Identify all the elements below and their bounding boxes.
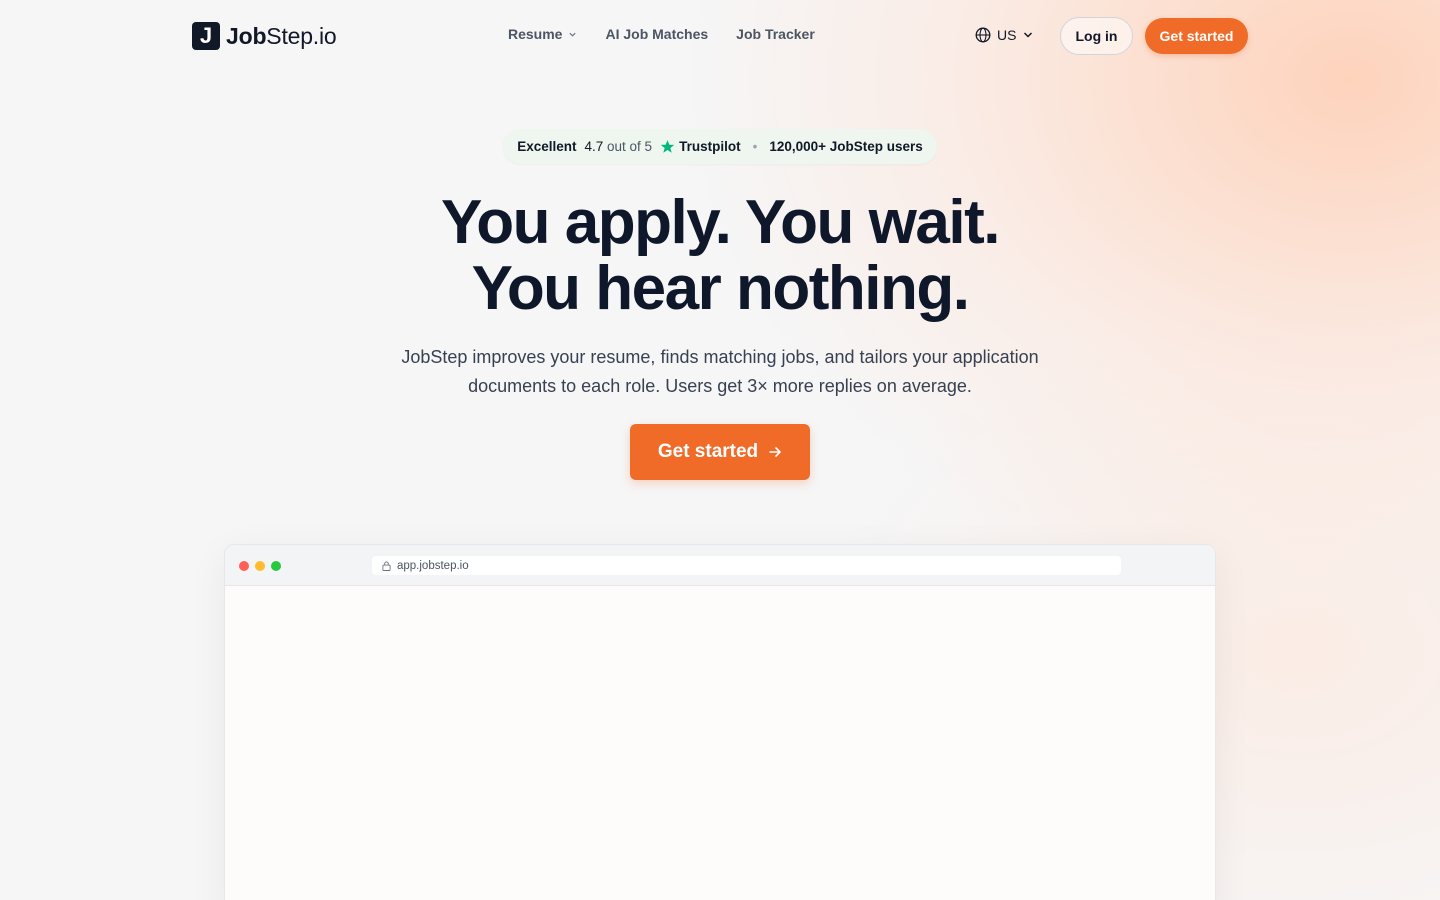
arrow-right-icon	[769, 447, 781, 457]
star-icon	[660, 140, 675, 153]
logo-mark: J	[192, 22, 220, 50]
close-dot-icon	[239, 561, 249, 571]
minimize-dot-icon	[255, 561, 265, 571]
app-preview-window: app.jobstep.io	[224, 544, 1216, 900]
locale-selector[interactable]: US	[975, 27, 1034, 43]
rating-word: Excellent	[517, 139, 577, 154]
logo-text: JobStep.io	[226, 22, 337, 49]
chevron-down-icon	[569, 32, 577, 37]
url-text: app.jobstep.io	[397, 559, 469, 572]
nav-link-ai-job-matches[interactable]: AI Job Matches	[605, 26, 708, 42]
nav-link-job-tracker[interactable]: Job Tracker	[736, 26, 815, 42]
login-button[interactable]: Log in	[1060, 17, 1133, 55]
page-title: You apply. You wait. You hear nothing.	[441, 188, 1000, 323]
top-nav: J JobStep.io Resume AI Job Matches Job T…	[0, 0, 1440, 72]
chevron-down-icon	[1024, 32, 1033, 38]
logo[interactable]: J JobStep.io	[192, 22, 337, 50]
maximize-dot-icon	[271, 561, 281, 571]
globe-icon	[975, 27, 991, 43]
browser-toolbar: app.jobstep.io	[225, 545, 1215, 586]
trustpilot-brand: Trustpilot	[660, 139, 741, 154]
user-count: 120,000+ JobStep users	[769, 139, 923, 154]
get-started-nav-button[interactable]: Get started	[1145, 18, 1248, 54]
hero-subhead: JobStep improves your resume, finds matc…	[401, 347, 1039, 396]
trust-badge[interactable]: Excellent 4.7 out of 5 Trustpilot • 120,…	[503, 129, 937, 164]
get-started-hero-button[interactable]: Get started	[630, 424, 810, 480]
address-bar: app.jobstep.io	[372, 556, 1121, 575]
locale-label: US	[997, 27, 1017, 43]
lock-icon	[382, 561, 391, 571]
separator-dot: •	[752, 139, 758, 154]
rating-score: 4.7 out of 5	[584, 139, 653, 154]
nav-links: Resume AI Job Matches Job Tracker	[508, 26, 815, 42]
nav-link-resume[interactable]: Resume	[508, 26, 577, 42]
